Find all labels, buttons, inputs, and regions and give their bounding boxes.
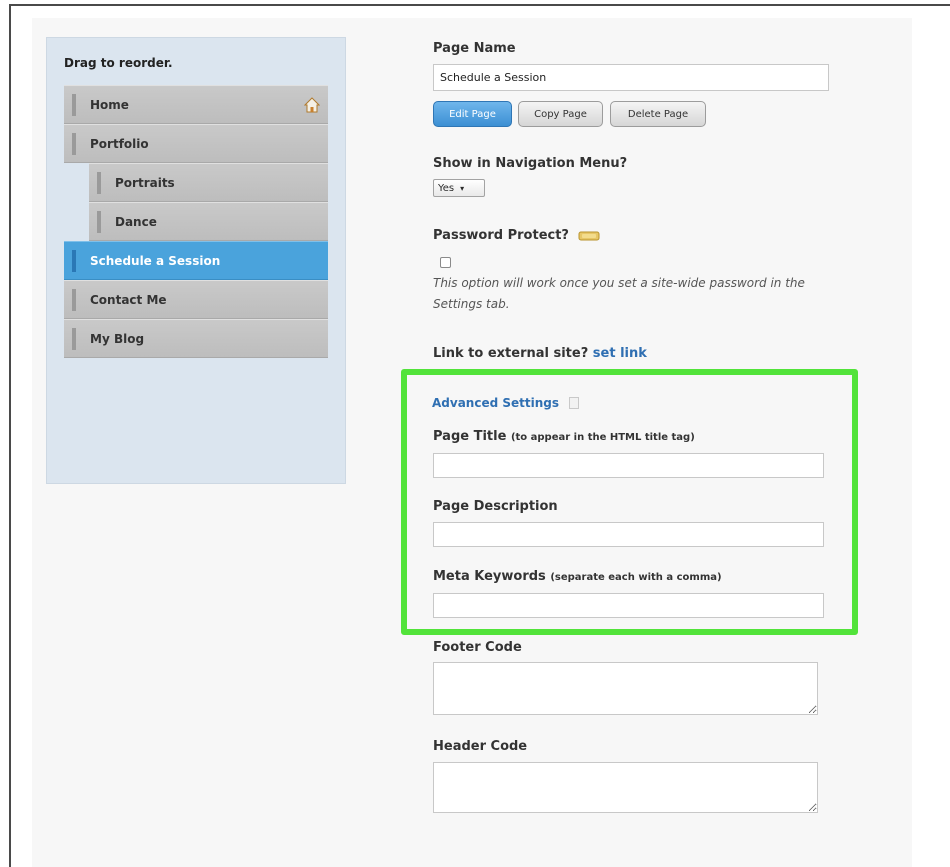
- page-item-label: My Blog: [90, 331, 145, 346]
- password-protect-label: Password Protect?: [433, 228, 600, 243]
- chevron-down-icon: ▾: [460, 183, 465, 193]
- page-title-text: Page Title: [433, 429, 507, 444]
- page-item-schedule-a-session[interactable]: Schedule a Session: [64, 241, 328, 280]
- page-description-input[interactable]: [433, 522, 824, 547]
- meta-keywords-hint: (separate each with a comma): [550, 572, 722, 583]
- external-site-text: Link to external site?: [433, 346, 589, 361]
- delete-page-button[interactable]: Delete Page: [610, 101, 706, 127]
- show-in-navigation-label: Show in Navigation Menu?: [433, 156, 628, 171]
- advanced-settings-text: Advanced Settings: [432, 396, 560, 410]
- home-icon: [304, 97, 320, 113]
- page-title-input[interactable]: [433, 453, 824, 478]
- meta-keywords-input[interactable]: [433, 593, 824, 618]
- set-link-link[interactable]: set link: [593, 346, 647, 361]
- page-item-portraits[interactable]: Portraits: [89, 163, 328, 202]
- edit-page-button[interactable]: Edit Page: [433, 101, 512, 127]
- footer-code-label: Footer Code: [433, 640, 522, 655]
- copy-page-button[interactable]: Copy Page: [518, 101, 603, 127]
- drag-handle-icon[interactable]: [72, 289, 76, 311]
- external-site-label: Link to external site? set link: [433, 346, 647, 361]
- footer-code-textarea[interactable]: [433, 662, 818, 715]
- page-item-dance[interactable]: Dance: [89, 202, 328, 241]
- page-item-label: Portraits: [115, 175, 175, 190]
- show-in-navigation-select[interactable]: Yes ▾: [433, 179, 485, 197]
- page-name-input[interactable]: [433, 64, 829, 91]
- drag-handle-icon[interactable]: [72, 250, 76, 272]
- page-item-label: Schedule a Session: [90, 253, 221, 268]
- password-protect-text: Password Protect?: [433, 228, 569, 243]
- advanced-settings-link[interactable]: Advanced Settings: [432, 396, 580, 410]
- page-name-label: Page Name: [433, 41, 516, 56]
- page-item-contact-me[interactable]: Contact Me: [64, 280, 328, 319]
- page-list: Home Portfolio Portraits Dance Schedule …: [64, 85, 328, 358]
- page-item-label: Dance: [115, 214, 157, 229]
- meta-keywords-text: Meta Keywords: [433, 569, 546, 584]
- key-icon: [578, 231, 600, 240]
- drag-handle-icon[interactable]: [72, 133, 76, 155]
- collapse-toggle-icon: [569, 397, 580, 409]
- page-title-label: Page Title (to appear in the HTML title …: [433, 429, 695, 444]
- select-value: Yes: [438, 182, 455, 194]
- page-item-label: Contact Me: [90, 292, 167, 307]
- page-description-label: Page Description: [433, 499, 558, 514]
- page-title-hint: (to appear in the HTML title tag): [510, 432, 695, 443]
- page-item-home[interactable]: Home: [64, 85, 328, 124]
- drag-handle-icon[interactable]: [72, 328, 76, 350]
- drag-handle-icon[interactable]: [72, 94, 76, 116]
- password-protect-checkbox[interactable]: [440, 257, 451, 268]
- page-item-portfolio[interactable]: Portfolio: [64, 124, 328, 163]
- header-code-label: Header Code: [433, 739, 528, 754]
- sidebar-title: Drag to reorder.: [64, 56, 173, 70]
- page-item-label: Portfolio: [90, 136, 149, 151]
- page-item-label: Home: [90, 97, 129, 112]
- meta-keywords-label: Meta Keywords (separate each with a comm…: [433, 569, 722, 584]
- drag-handle-icon[interactable]: [97, 172, 101, 194]
- header-code-textarea[interactable]: [433, 762, 818, 813]
- page-order-sidebar: Drag to reorder. Home Portfolio Portrait…: [46, 37, 346, 484]
- page-item-my-blog[interactable]: My Blog: [64, 319, 328, 358]
- drag-handle-icon[interactable]: [97, 211, 101, 233]
- password-protect-note: This option will work once you set a sit…: [433, 276, 805, 311]
